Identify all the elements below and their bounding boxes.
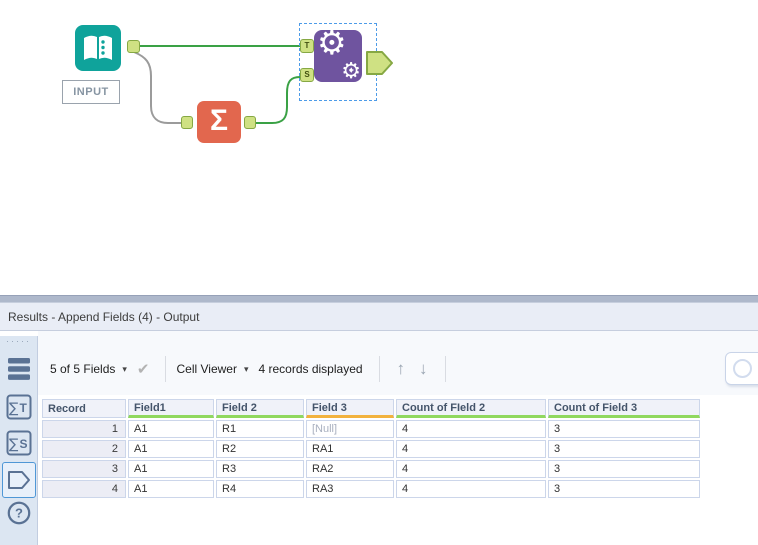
input-output-anchor[interactable] xyxy=(127,40,140,53)
data-cell[interactable]: 3 xyxy=(548,440,700,458)
data-cell[interactable]: R2 xyxy=(216,440,304,458)
column-header-field1[interactable]: Field1 xyxy=(128,399,214,418)
wire-input-to-summarize[interactable] xyxy=(133,51,181,124)
svg-text:∑: ∑ xyxy=(9,437,19,453)
results-toolbar: 5 of 5 Fields ▾ ✔ Cell Viewer ▾ 4 record… xyxy=(38,351,758,387)
column-header-field2[interactable]: Field 2 xyxy=(216,399,304,418)
fields-dropdown[interactable]: 5 of 5 Fields xyxy=(50,362,115,376)
data-cell[interactable]: 3 xyxy=(548,460,700,478)
input-tool-annotation[interactable]: INPUT xyxy=(62,80,120,104)
output-anchor-icon xyxy=(8,471,30,489)
table-row: 4 A1 R4 RA3 4 3 xyxy=(42,480,700,498)
data-cell[interactable]: 4 xyxy=(396,420,546,438)
records-displayed-label: 4 records displayed xyxy=(258,362,363,376)
search-icon xyxy=(733,359,752,378)
plus-icon: + xyxy=(348,65,354,75)
scroll-up-icon[interactable]: ↑ xyxy=(397,359,406,379)
data-cell[interactable]: 3 xyxy=(548,420,700,438)
grid-header-row: Record Field1 Field 2 Field 3 Count of F… xyxy=(42,399,700,418)
apply-check-icon[interactable]: ✔ xyxy=(137,360,150,378)
sidebar-item-input-s[interactable]: ∑ S xyxy=(6,430,32,456)
data-cell[interactable]: A1 xyxy=(128,480,214,498)
record-number-cell[interactable]: 4 xyxy=(42,480,126,498)
data-cell[interactable]: A1 xyxy=(128,460,214,478)
table-rows-icon xyxy=(8,358,30,380)
append-source-anchor[interactable]: S xyxy=(300,68,314,82)
data-cell[interactable]: 3 xyxy=(548,480,700,498)
sidebar-item-output[interactable] xyxy=(6,467,32,493)
app-window: INPUT Σ ⚙ ⚙ + T S Results - Append Field… xyxy=(0,0,758,545)
toolbar-divider xyxy=(444,356,446,382)
data-cell[interactable]: A1 xyxy=(128,440,214,458)
record-number-cell[interactable]: 2 xyxy=(42,440,126,458)
column-header-record[interactable]: Record xyxy=(42,399,126,418)
data-cell-null[interactable]: [Null] xyxy=(306,420,394,438)
results-panel-header: Results - Append Fields (4) - Output xyxy=(0,303,758,331)
append-target-anchor[interactable]: T xyxy=(300,39,314,53)
column-header-count-field3[interactable]: Count of Field 3 xyxy=(548,399,700,418)
table-row: 1 A1 R1 [Null] 4 3 xyxy=(42,420,700,438)
append-output-anchor[interactable] xyxy=(366,50,394,81)
svg-text:∑: ∑ xyxy=(9,401,19,417)
results-data-grid: Record Field1 Field 2 Field 3 Count of F… xyxy=(40,397,702,500)
data-cell[interactable]: RA3 xyxy=(306,480,394,498)
open-book-icon xyxy=(84,35,112,60)
wire-summarize-to-s[interactable] xyxy=(256,76,301,124)
append-fields-tool[interactable]: ⚙ ⚙ + xyxy=(314,26,362,83)
summarize-tool[interactable]: Σ xyxy=(197,101,241,143)
search-input[interactable] xyxy=(725,352,758,385)
record-number-cell[interactable]: 1 xyxy=(42,420,126,438)
data-cell[interactable]: 4 xyxy=(396,460,546,478)
input-s-anchor-icon: ∑ S xyxy=(6,430,32,456)
chevron-down-icon[interactable]: ▾ xyxy=(122,364,127,375)
workflow-canvas[interactable]: INPUT Σ ⚙ ⚙ + T S xyxy=(0,0,758,295)
sidebar-item-input-t[interactable]: ∑ T xyxy=(6,394,32,420)
table-row: 3 A1 R3 RA2 4 3 xyxy=(42,460,700,478)
toolbar-divider xyxy=(378,356,380,382)
table-row: 2 A1 R2 RA1 4 3 xyxy=(42,440,700,458)
toolbar-divider xyxy=(165,356,167,382)
cell-viewer-dropdown[interactable]: Cell Viewer xyxy=(176,362,236,376)
svg-text:?: ? xyxy=(15,506,23,521)
record-number-cell[interactable]: 3 xyxy=(42,460,126,478)
svg-text:T: T xyxy=(20,401,28,415)
data-cell[interactable]: 4 xyxy=(396,440,546,458)
column-header-count-field2[interactable]: Count of FIeld 2 xyxy=(396,399,546,418)
results-panel-title: Results - Append Fields (4) - Output xyxy=(8,309,200,324)
data-cell[interactable]: R3 xyxy=(216,460,304,478)
input-data-tool[interactable] xyxy=(75,25,121,71)
data-cell[interactable]: 4 xyxy=(396,480,546,498)
svg-text:S: S xyxy=(20,437,28,451)
data-cell[interactable]: A1 xyxy=(128,420,214,438)
sidebar-item-table-view[interactable] xyxy=(6,356,32,382)
data-cell[interactable]: RA1 xyxy=(306,440,394,458)
results-panel-body: ····· ∑ T ∑ S ? 5 of 5 Fields ▾ ✔ Cell V… xyxy=(0,331,758,545)
data-cell[interactable]: RA2 xyxy=(306,460,394,478)
data-cell[interactable]: R1 xyxy=(216,420,304,438)
scroll-down-icon[interactable]: ↓ xyxy=(419,359,428,379)
summarize-input-anchor[interactable] xyxy=(181,116,193,129)
gear-icon: ⚙ xyxy=(317,23,347,62)
help-icon: ? xyxy=(7,501,31,525)
sigma-icon: Σ xyxy=(209,104,228,137)
column-header-field3[interactable]: Field 3 xyxy=(306,399,394,418)
summarize-output-anchor[interactable] xyxy=(244,116,256,129)
sidebar-grip-handle[interactable]: ····· xyxy=(0,337,37,346)
results-sidebar: ····· ∑ T ∑ S ? xyxy=(0,336,38,545)
input-t-anchor-icon: ∑ T xyxy=(6,394,32,420)
chevron-down-icon[interactable]: ▾ xyxy=(244,364,249,375)
panel-splitter[interactable] xyxy=(0,295,758,303)
sidebar-item-help[interactable]: ? xyxy=(6,500,32,526)
data-cell[interactable]: R4 xyxy=(216,480,304,498)
